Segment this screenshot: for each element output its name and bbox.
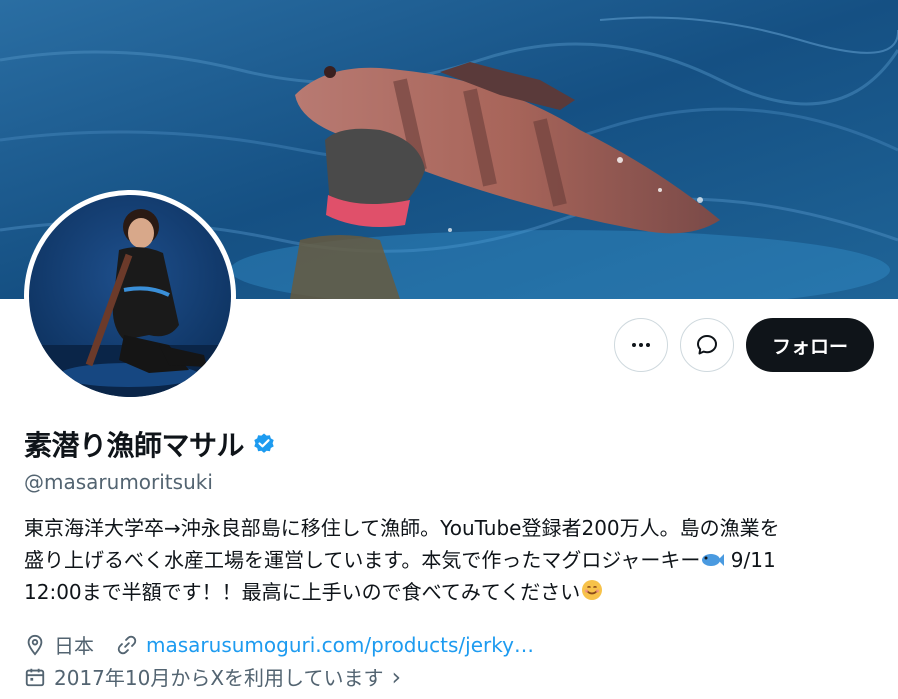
message-icon: [696, 335, 717, 355]
profile-website-link[interactable]: masarusumoguri.com/products/jerky…: [146, 633, 534, 657]
more-button[interactable]: [613, 318, 668, 372]
bio-line: 盛り上げるべく水産工場を運営しています。本気で作ったマグロジャーキー 9/11: [24, 544, 876, 576]
avatar-image: [29, 195, 231, 397]
smile-emoji-icon: [582, 580, 603, 600]
bio-line: 12:00まで半額です！！最高に上手いので食べてみてください: [24, 576, 876, 608]
verified-badge-icon[interactable]: [252, 432, 276, 456]
more-icon: [631, 343, 650, 347]
link-icon: [117, 635, 137, 654]
fish-emoji-icon: [702, 554, 725, 566]
calendar-icon: [25, 668, 45, 686]
follow-button[interactable]: フォロー: [745, 318, 874, 372]
profile-location: 日本: [54, 634, 94, 658]
profile-bio: 東京海洋大学卒→沖永良部島に移住して漁師。YouTube登録者200万人。島の漁…: [24, 512, 876, 608]
bio-line-text: 盛り上げるべく水産工場を運営しています。本気で作ったマグロジャーキー: [24, 548, 701, 572]
profile-handle: @masarumoritsuki: [24, 470, 213, 494]
profile-meta-row: 日本 masarusumoguri.com/products/jerky…: [24, 630, 534, 659]
profile-avatar[interactable]: [24, 190, 236, 402]
profile-actions: フォロー: [613, 318, 874, 372]
profile-name-row: 素潜り漁師マサル: [24, 424, 276, 464]
display-name: 素潜り漁師マサル: [24, 429, 245, 462]
chevron-right-icon: ›: [391, 662, 402, 691]
message-button[interactable]: [679, 318, 734, 372]
bio-line: 東京海洋大学卒→沖永良部島に移住して漁師。YouTube登録者200万人。島の漁…: [24, 516, 780, 540]
profile-joined-date: 2017年10月からXを利用しています: [54, 666, 384, 690]
bio-line-tail: 9/11: [724, 548, 776, 572]
bio-line-text: 12:00まで半額です！！最高に上手いので食べてみてください: [24, 580, 581, 604]
profile-joined-row[interactable]: 2017年10月からXを利用しています ›: [24, 662, 401, 691]
location-icon: [27, 634, 43, 656]
